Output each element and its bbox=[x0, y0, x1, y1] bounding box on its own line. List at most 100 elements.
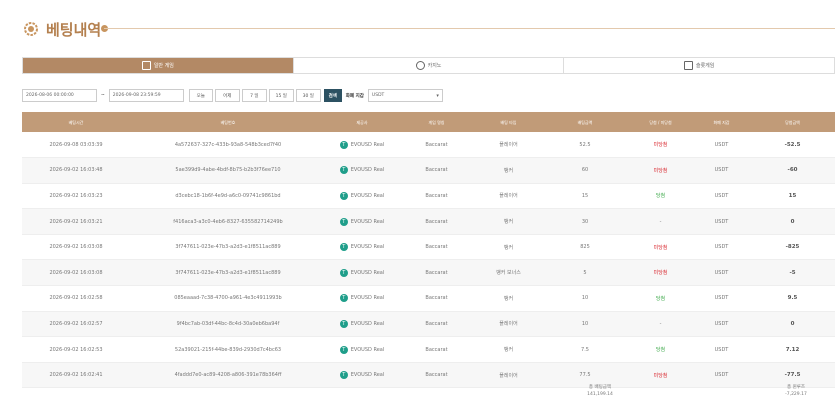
end-date-input[interactable]: 2026-09-08 23:59:59 bbox=[108, 89, 184, 102]
cell-bet-type: 뱅커 bbox=[503, 347, 514, 354]
cell-bet-type: 뱅커 bbox=[503, 219, 514, 226]
cell-bet-type: 뱅커 보너스 bbox=[496, 270, 521, 277]
cell-provider: T EVOUSD Real bbox=[326, 234, 398, 260]
provider-badge: T EVOUSD Real bbox=[339, 217, 384, 226]
cell-bet-time: 2026-09-02 16:02:41 bbox=[49, 372, 103, 379]
cell-wallet: USDT bbox=[714, 269, 729, 276]
cell-wallet: USDT bbox=[714, 346, 729, 353]
chevron-down-icon: ▾ bbox=[436, 92, 439, 99]
cell-wallet: USDT bbox=[714, 244, 729, 251]
cell-wallet: USDT bbox=[714, 372, 729, 379]
cell-game-name: Baccarat bbox=[425, 269, 448, 276]
cell-game-name: Baccarat bbox=[425, 320, 448, 327]
provider-badge: T EVOUSD Real bbox=[339, 140, 385, 149]
cell-win-amount: 9.5 bbox=[787, 295, 798, 302]
cell-game-name: Baccarat bbox=[425, 372, 448, 379]
col-win-amount: 당첨금액 bbox=[785, 119, 800, 125]
cell-bet-amount: 7.5 bbox=[581, 346, 589, 353]
cell-wallet: USDT bbox=[714, 167, 729, 174]
cell-result: 미당첨 bbox=[653, 142, 668, 149]
cell-bet-amount: 15 bbox=[581, 192, 589, 199]
betting-history-table: 베팅시간 베팅번호 제공사 게임 명칭 배팅 타입 배팅금액 당첨 / 미당첨 … bbox=[22, 112, 835, 388]
tab-casino[interactable]: 카지노 bbox=[294, 58, 565, 73]
cell-game-name: Baccarat bbox=[425, 167, 448, 174]
table-row: 2026-09-08 03:03:39 4a572637-327c-433b-93… bbox=[22, 132, 835, 158]
cell-game-name: Baccarat bbox=[425, 295, 448, 302]
cell-bet-time: 2026-09-02 16:02:53 bbox=[49, 346, 103, 353]
cell-bet-type: 뱅커 bbox=[503, 167, 514, 174]
grid-icon bbox=[141, 61, 151, 70]
15-days-button[interactable]: 15 일 bbox=[268, 89, 294, 102]
provider-name: EVOUSD Real bbox=[350, 192, 385, 199]
provider-logo-icon: T bbox=[339, 371, 348, 380]
yesterday-button[interactable]: 어제 bbox=[214, 89, 240, 102]
cell-result: 미당첨 bbox=[653, 167, 668, 174]
cell-wallet: USDT bbox=[714, 192, 729, 199]
cell-bet-id: 9f4bc7ab-03df-44bc-8c4d-30a0eb6ba94f bbox=[176, 320, 280, 327]
provider-logo-icon: T bbox=[339, 268, 348, 277]
cell-result: 당첨 bbox=[655, 347, 666, 354]
page-title: 베팅내역 bbox=[46, 20, 102, 39]
provider-name: EVOUSD Real bbox=[350, 244, 385, 251]
page-header: 베팅내역 bbox=[22, 14, 101, 44]
cell-provider: T EVOUSD Real bbox=[326, 311, 398, 337]
cell-bet-type: 플레이어 bbox=[499, 193, 518, 200]
provider-name: EVOUSD Real bbox=[350, 295, 385, 302]
7-days-button[interactable]: 7 일 bbox=[241, 89, 267, 102]
cell-provider: T EVOUSD Real bbox=[326, 362, 398, 388]
tab-label: 슬롯게임 bbox=[695, 63, 715, 69]
provider-logo-icon: T bbox=[339, 166, 348, 175]
30-days-button[interactable]: 30 일 bbox=[295, 89, 321, 102]
cell-game-name: Baccarat bbox=[425, 244, 448, 251]
cell-provider: T EVOUSD Real bbox=[326, 286, 398, 312]
title-divider bbox=[104, 28, 835, 29]
casino-chip-icon bbox=[415, 61, 425, 70]
cell-win-amount: 0 bbox=[790, 218, 795, 225]
col-bet-id: 베팅번호 bbox=[220, 119, 236, 125]
cell-result: 당첨 bbox=[655, 295, 666, 302]
today-button[interactable]: 오늘 bbox=[188, 89, 213, 102]
cell-bet-type: 플레이어 bbox=[499, 321, 518, 328]
gear-icon bbox=[24, 22, 38, 36]
total-winloss-label: 총 윈루즈 bbox=[787, 385, 805, 390]
cell-bet-time: 2026-09-02 16:03:08 bbox=[49, 244, 103, 251]
tab-general-game[interactable]: 일반 게임 bbox=[23, 58, 294, 73]
provider-name: EVOUSD Real bbox=[350, 141, 385, 148]
provider-badge: T EVOUSD Real bbox=[339, 371, 384, 380]
cell-wallet: USDT bbox=[714, 218, 729, 225]
col-result: 당첨 / 미당첨 bbox=[628, 112, 693, 132]
cell-bet-type: 플레이어 bbox=[499, 372, 518, 379]
cell-win-amount: -60 bbox=[787, 167, 798, 174]
cell-bet-time: 2026-09-02 16:02:57 bbox=[49, 320, 103, 327]
cell-bet-id: 3f747611-023e-47b3-a2d3-e1f8511ac889 bbox=[175, 269, 281, 276]
cell-result: 당첨 bbox=[655, 193, 666, 200]
cell-bet-time: 2026-09-02 16:02:58 bbox=[49, 295, 103, 302]
game-tabs: 일반 게임 카지노 슬롯게임 bbox=[22, 57, 835, 74]
provider-badge: T EVOUSD Real bbox=[339, 268, 384, 277]
table-row: 2026-09-02 16:03:48 5ae399d9-4abe-4bdf-8b… bbox=[22, 157, 835, 184]
provider-logo-icon: T bbox=[339, 345, 348, 354]
cell-bet-type: 뱅커 bbox=[503, 295, 514, 302]
provider-logo-icon: T bbox=[339, 243, 348, 252]
table-row: 2026-09-02 16:03:08 3f747611-023e-47b3-a2… bbox=[22, 259, 835, 286]
cell-provider: T EVOUSD Real bbox=[326, 337, 398, 363]
cell-provider: T EVOUSD Real bbox=[326, 260, 398, 286]
currency-select[interactable]: USDT ▾ bbox=[367, 89, 443, 102]
tab-label: 일반 게임 bbox=[153, 63, 174, 69]
table-body: 2026-09-08 03:03:39 4a572637-327c-433b-93… bbox=[22, 132, 835, 388]
table-row: 2026-09-02 16:03:23 d3cebc18-1b6f-4e9d-a6… bbox=[22, 183, 835, 209]
cell-result: 미당첨 bbox=[653, 270, 668, 277]
start-date-input[interactable]: 2026-08-06 00:00:00 bbox=[22, 89, 97, 102]
cell-bet-amount: 52.5 bbox=[579, 141, 591, 148]
cell-bet-type: 뱅커 bbox=[503, 244, 514, 251]
cell-win-amount: 15 bbox=[788, 192, 797, 199]
tab-slot-game[interactable]: 슬롯게임 bbox=[564, 58, 834, 73]
col-game-name: 게임 명칭 bbox=[428, 119, 445, 125]
search-button[interactable]: 검색 bbox=[323, 89, 342, 102]
col-provider: 제공사 bbox=[356, 119, 368, 125]
total-winloss-value: -7,229.17 bbox=[785, 392, 807, 397]
table-row: 2026-09-02 16:02:41 4faddd7e0-ac89-4208-a… bbox=[22, 362, 835, 388]
date-separator: ~ bbox=[101, 93, 105, 98]
cell-game-name: Baccarat bbox=[425, 346, 448, 353]
currency-select-value: USDT bbox=[371, 93, 385, 98]
